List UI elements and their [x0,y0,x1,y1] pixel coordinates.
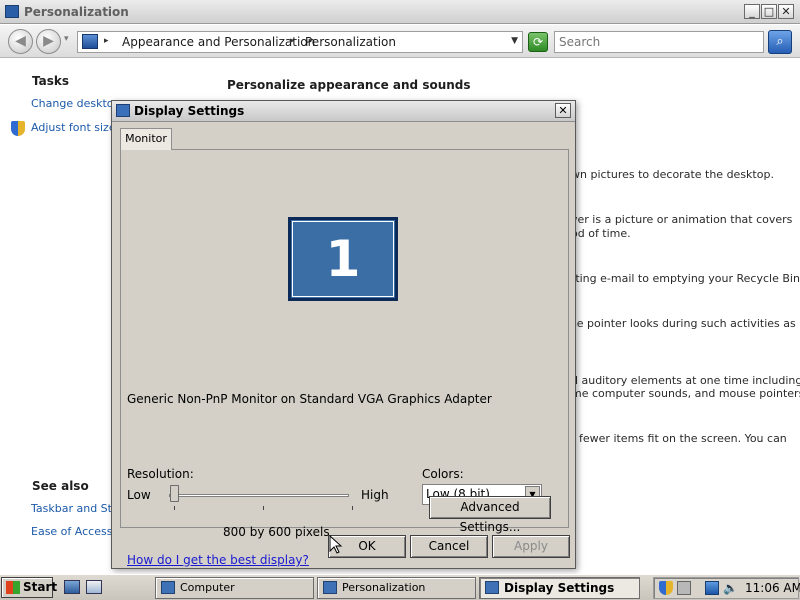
navigation-bar: ◀ ▶ ▾ ▸ Appearance and Personalization ▸… [0,25,800,58]
switch-windows-icon[interactable] [86,580,102,594]
security-alert-icon[interactable] [677,581,691,595]
tasks-pane: Tasks Change desktop Adjust font size Se… [0,59,121,574]
tasks-heading: Tasks [32,74,70,88]
clock[interactable]: 11:06 AM [745,581,800,595]
content-text: wn pictures to decorate the desktop. [571,168,774,181]
dialog-title: Display Settings [134,104,245,118]
back-button[interactable]: ◀ [8,29,33,54]
content-text: tting e-mail to emptying your Recycle Bi… [571,272,800,285]
taskbar-item-label: Personalization [342,581,426,594]
dialog-close-button[interactable]: ✕ [555,103,571,118]
minimize-button[interactable]: _ [744,4,760,19]
breadcrumb-appearance[interactable]: Appearance and Personalization [122,35,315,49]
resolution-slider-track[interactable] [169,494,349,497]
control-panel-icon [82,34,98,49]
security-shield-icon[interactable] [659,581,673,595]
dialog-titlebar[interactable]: Display Settings ✕ [112,101,575,122]
content-text: od of time. [571,227,631,240]
ease-of-access-link[interactable]: Ease of Access [31,525,112,538]
display-settings-icon [116,104,130,117]
taskbar-item-personalization[interactable]: Personalization [317,577,476,599]
recent-pages-chevron-down-icon[interactable]: ▾ [64,34,69,44]
adjust-font-size-link[interactable]: Adjust font size [31,121,116,134]
colors-label: Colors: [422,467,464,481]
page-title: Personalize appearance and sounds [227,78,471,92]
control-panel-icon [323,581,337,594]
cancel-button[interactable]: Cancel [410,535,488,558]
search-icon[interactable]: ⌕ [768,30,792,54]
taskbar-item-label: Computer [180,581,235,594]
start-label: Start [23,580,58,594]
address-dropdown-icon[interactable]: ▼ [511,36,518,46]
content-text: ver is a picture or animation that cover… [571,213,793,226]
slider-tick [174,506,175,510]
breadcrumb-arrow-icon[interactable]: ▸ [290,36,295,46]
monitor-name: Generic Non-PnP Monitor on Standard VGA … [127,392,492,406]
computer-icon [161,581,175,594]
display-settings-dialog: Display Settings ✕ Monitor 1 Generic Non… [111,100,576,569]
taskbar: Start Computer Personalization Display S… [0,574,800,600]
best-display-help-link[interactable]: How do I get the best display? [127,553,309,567]
control-panel-icon [5,5,19,18]
content-text: d auditory elements at one time includin… [571,374,800,387]
advanced-settings-button[interactable]: Advanced Settings... [429,496,551,534]
windows-logo-icon [6,581,20,594]
resolution-high-label: High [361,488,389,502]
see-also-heading: See also [32,479,89,493]
forward-button[interactable]: ▶ [36,29,61,54]
window-titlebar[interactable]: Personalization _ □ ✕ [0,0,800,24]
close-button[interactable]: ✕ [778,4,794,19]
taskbar-item-computer[interactable]: Computer [155,577,314,599]
address-bar[interactable]: ▸ Appearance and Personalization ▸ Perso… [77,31,523,53]
resolution-low-label: Low [127,488,151,502]
system-tray: 🔈 11:06 AM [653,577,800,599]
taskbar-item-display-settings[interactable]: Display Settings [479,577,640,599]
resolution-slider-thumb[interactable] [170,485,179,502]
resolution-label: Resolution: [127,467,194,481]
network-icon[interactable] [705,581,719,595]
refresh-icon[interactable]: ⟳ [528,32,548,52]
breadcrumb-arrow-icon[interactable]: ▸ [104,36,109,46]
mouse-cursor-icon [329,535,343,554]
volume-icon[interactable]: 🔈 [723,581,738,595]
show-desktop-icon[interactable] [64,580,80,594]
taskbar-item-label: Display Settings [504,581,615,595]
resolution-value: 800 by 600 pixels [223,525,330,539]
display-settings-icon [485,581,499,594]
change-desktop-link[interactable]: Change desktop [31,97,121,110]
apply-button[interactable]: Apply [492,535,570,558]
taskbar-link[interactable]: Taskbar and Sta [31,502,119,515]
tab-monitor[interactable]: Monitor [120,128,172,150]
slider-tick [352,506,353,510]
window-title: Personalization [24,5,129,19]
start-button[interactable]: Start [1,577,57,598]
breadcrumb-personalization[interactable]: Personalization [305,35,396,49]
monitor-1-icon[interactable]: 1 [288,217,398,301]
search-input[interactable] [554,31,764,53]
slider-tick [263,506,264,510]
content-text: se pointer looks during such activities … [571,317,796,330]
content-text: r fewer items fit on the screen. You can [571,432,787,445]
uac-shield-icon [11,121,25,136]
content-text: me computer sounds, and mouse pointers. [571,387,800,400]
maximize-button[interactable]: □ [761,4,777,19]
